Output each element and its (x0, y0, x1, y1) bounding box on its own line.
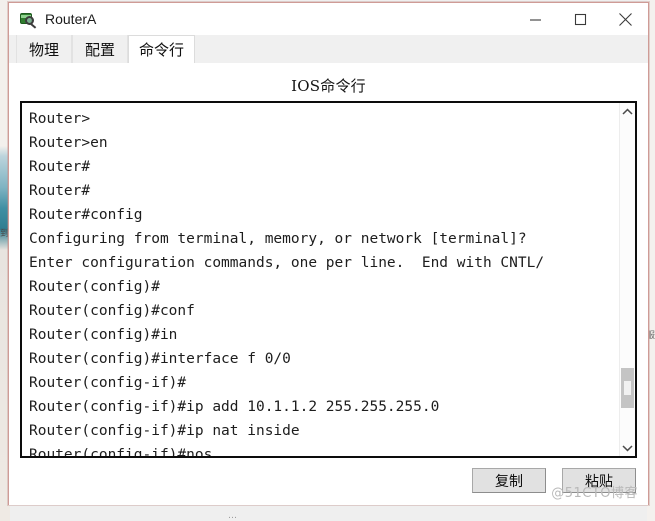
scrollbar-track[interactable] (620, 120, 635, 439)
maximize-icon[interactable] (558, 3, 603, 35)
tab-config[interactable]: 配置 (72, 35, 128, 63)
router-magnifier-icon (19, 11, 37, 29)
tab-strip: 物理 配置 命令行 (9, 35, 648, 64)
terminal-line: Configuring from terminal, memory, or ne… (29, 231, 527, 247)
minimize-icon[interactable] (513, 3, 558, 35)
terminal-line: Router(config)# (29, 279, 160, 295)
chevron-down-icon[interactable] (620, 439, 635, 456)
chevron-up-icon[interactable] (620, 103, 635, 120)
terminal-line: Router(config)#in (29, 327, 178, 343)
screen-root: 到 p 服 务 服 … RouterA (0, 0, 655, 521)
window-title: RouterA (45, 11, 97, 27)
terminal-line: Router(config-if)#nos (29, 447, 213, 456)
watermark: @51CTO博客 (551, 486, 638, 501)
terminal-container: Router> Router>en Router# Router# Router… (20, 101, 637, 458)
tab-physical[interactable]: 物理 (16, 35, 72, 63)
terminal-output[interactable]: Router> Router>en Router# Router# Router… (22, 103, 619, 456)
window-controls (513, 3, 648, 35)
terminal-line: Router# (29, 183, 91, 199)
terminal-scrollbar[interactable] (619, 103, 635, 456)
copy-button[interactable]: 复制 (472, 468, 546, 493)
terminal-line: Router(config-if)# (29, 375, 187, 391)
background-bleed-bottom-text: … (228, 511, 237, 521)
scrollbar-thumb[interactable] (621, 368, 634, 408)
terminal-line: Router(config)#interface f 0/0 (29, 351, 291, 367)
title-bar[interactable]: RouterA (9, 3, 648, 35)
terminal-line: Router>en (29, 135, 108, 151)
pane-title: IOS命令行 (291, 77, 366, 95)
terminal-line: Router(config)#conf (29, 303, 195, 319)
tab-cli[interactable]: 命令行 (128, 35, 196, 63)
device-window: RouterA 物理 配置 命令行 IOS命令行 Router> Router>… (8, 2, 649, 505)
terminal-line: Router(config-if)#ip add 10.1.1.2 255.25… (29, 399, 440, 415)
tab-content-cli: IOS命令行 Router> Router>en Router# Router#… (9, 64, 648, 505)
terminal-line: Router# (29, 159, 91, 175)
terminal-line: Enter configuration commands, one per li… (29, 255, 545, 271)
terminal-line: Router#config (29, 207, 143, 223)
terminal-line: Router(config-if)#ip nat inside (29, 423, 300, 439)
terminal-line: Router> (29, 111, 91, 127)
close-icon[interactable] (603, 3, 648, 35)
